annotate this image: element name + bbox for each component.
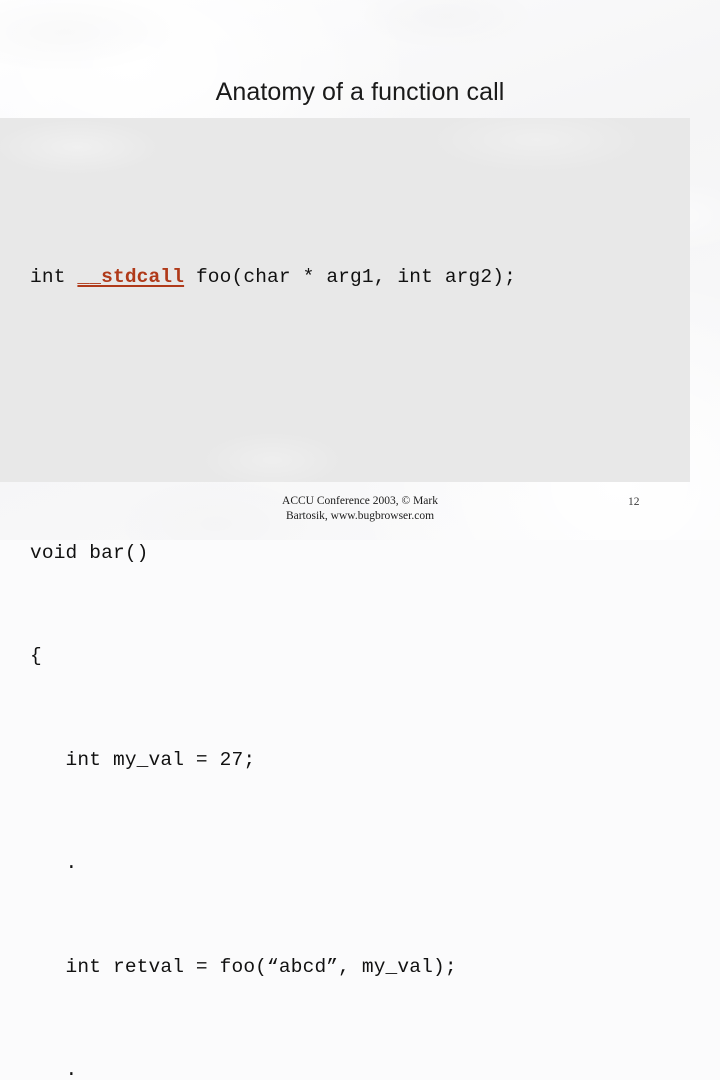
code-signature-suffix: foo(char * arg1, int arg2); xyxy=(184,265,516,288)
footer-credit-line-1: ACCU Conference 2003, © Mark xyxy=(282,495,438,507)
footer-credit: ACCU Conference 2003, © Mark Bartosik, w… xyxy=(215,494,505,523)
code-line-ellipsis-2: . xyxy=(30,1059,78,1080)
code-line-my-val: int my_val = 27; xyxy=(30,748,256,771)
slide-canvas: Anatomy of a function call int __stdcall… xyxy=(0,0,720,1080)
code-block: int __stdcall foo(char * arg1, int arg2)… xyxy=(30,156,680,1080)
page-title: Anatomy of a function call xyxy=(215,78,505,106)
code-line-retval: int retval = foo(“abcd”, my_val); xyxy=(30,955,457,978)
code-signature-prefix: int xyxy=(30,265,78,288)
code-line-signature: int __stdcall foo(char * arg1, int arg2)… xyxy=(30,260,680,295)
code-line-ellipsis-1: . xyxy=(30,852,78,874)
keyword-stdcall: __stdcall xyxy=(77,265,185,288)
page-number: 12 xyxy=(628,496,640,508)
code-line-void-bar: void bar() xyxy=(30,541,149,564)
footer-credit-line-2: Bartosik, www.bugbrowser.com xyxy=(285,509,435,522)
code-line-open-brace: { xyxy=(30,645,42,667)
